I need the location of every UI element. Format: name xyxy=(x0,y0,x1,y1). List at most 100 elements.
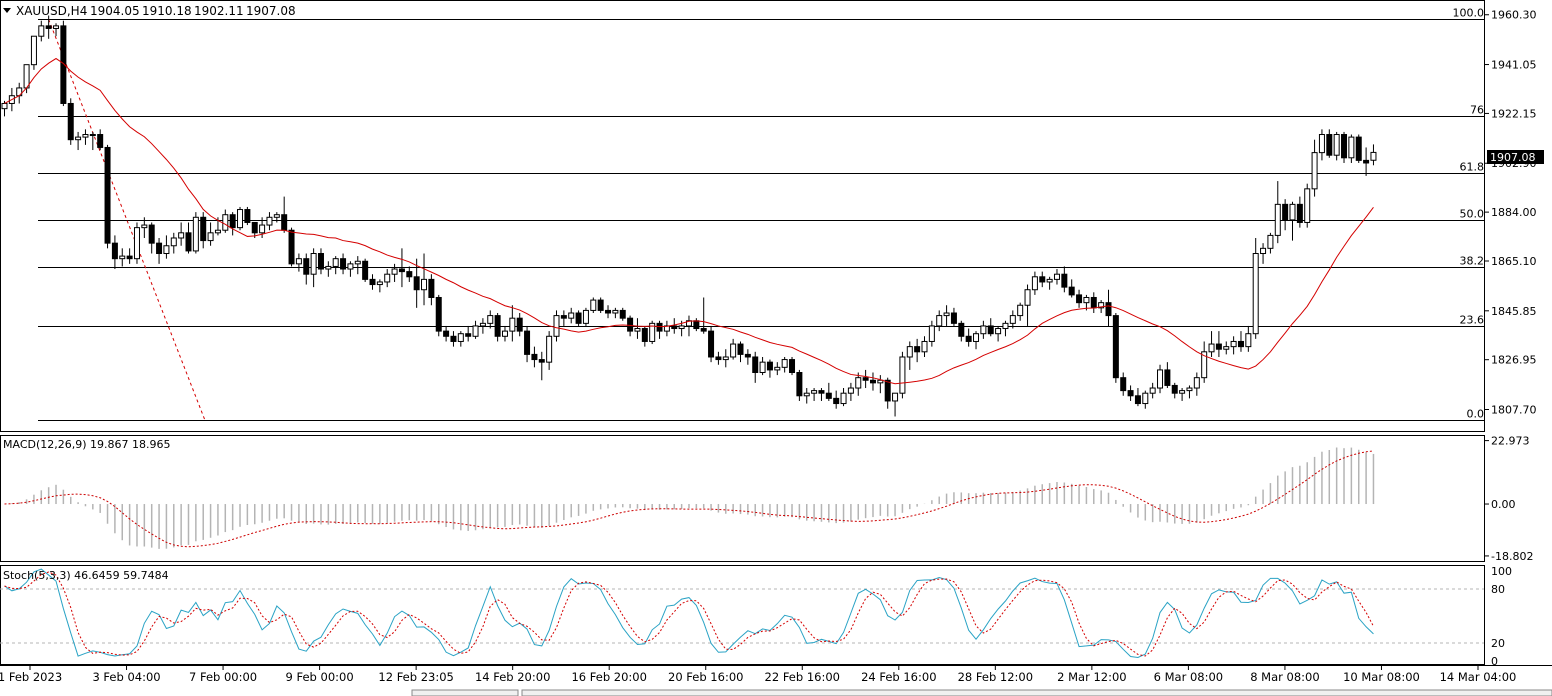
candle-body xyxy=(398,268,405,273)
candle-body xyxy=(509,317,516,332)
candle-body xyxy=(1,102,8,110)
candle-body xyxy=(855,377,862,389)
candle-body xyxy=(325,265,332,270)
candle-body xyxy=(980,325,987,335)
candle-body xyxy=(553,315,560,337)
candle-body xyxy=(443,330,450,337)
time-tick-label: 12 Feb 23:05 xyxy=(378,670,453,684)
candle-body xyxy=(391,268,398,275)
candle-body xyxy=(759,361,766,374)
candle-body xyxy=(678,325,685,330)
time-tick-label: 9 Feb 00:00 xyxy=(286,670,354,684)
candle-body xyxy=(796,372,803,397)
candle-body xyxy=(1237,340,1244,348)
ohlc-open: 1904.05 xyxy=(90,4,140,18)
candle-body xyxy=(435,296,442,332)
pane-border xyxy=(0,565,1485,665)
price-tick-label: 1865.10 xyxy=(1491,255,1537,268)
candle-body xyxy=(612,309,619,314)
candle-body xyxy=(634,328,641,332)
candle-body xyxy=(936,315,943,327)
candle-body xyxy=(1120,377,1127,392)
candle-body xyxy=(693,320,700,330)
candle-body xyxy=(892,392,899,402)
time-tick-label: 14 Feb 20:00 xyxy=(475,670,550,684)
candle-body xyxy=(119,255,126,260)
candle-body xyxy=(1341,134,1348,159)
candle-body xyxy=(1304,188,1311,223)
candle-body xyxy=(450,335,457,342)
candle-body xyxy=(244,209,251,223)
candle-body xyxy=(200,216,207,242)
candle-body xyxy=(1318,134,1325,154)
candle-body xyxy=(627,317,634,332)
fibonacci-retracement[interactable]: 100.0 76 61.8 50.0 38.2 23.6 0.0 xyxy=(38,7,1484,421)
stoch-main-line xyxy=(4,568,1374,658)
price-tick-label: 1922.15 xyxy=(1491,107,1537,120)
dropdown-arrow-icon[interactable] xyxy=(3,8,11,13)
candle-body xyxy=(582,309,589,324)
candle-body xyxy=(310,253,317,275)
candle-body xyxy=(1009,315,1016,324)
candle-body xyxy=(1068,286,1075,296)
candle-body xyxy=(1355,136,1362,161)
candle-body xyxy=(428,278,435,298)
candle-body xyxy=(1039,276,1046,283)
candle-body xyxy=(546,335,553,363)
candle-body xyxy=(1245,333,1252,348)
candle-body xyxy=(376,281,383,286)
time-tick-label: 1 Feb 2023 xyxy=(0,670,62,684)
price-tick-label: 1941.05 xyxy=(1491,59,1537,72)
candle-body xyxy=(494,315,501,337)
candle-body xyxy=(133,227,140,260)
fib-level-label: 61.8 xyxy=(1460,161,1485,174)
candle-body xyxy=(465,333,472,337)
candle-body xyxy=(178,232,185,239)
candle-body xyxy=(1363,159,1370,164)
price-tick-label: 1845.85 xyxy=(1491,305,1537,318)
candle-body xyxy=(1193,377,1200,389)
macd-pane: 22.973 0.00 -18.802 xyxy=(4,435,1533,563)
ohlc-low: 1902.11 xyxy=(194,4,244,18)
candle-body xyxy=(104,146,111,244)
candle-body xyxy=(1090,296,1097,309)
ohlc-close: 1907.08 xyxy=(246,4,296,18)
candle-body xyxy=(1282,203,1289,221)
time-tick-label: 8 Mar 08:00 xyxy=(1250,670,1319,684)
candle-body xyxy=(818,390,825,394)
candle-body xyxy=(531,353,538,361)
fib-level-label: 50.0 xyxy=(1460,208,1485,221)
candle-body xyxy=(413,276,420,291)
chart-panes xyxy=(0,0,1552,666)
candle-body xyxy=(30,35,37,66)
time-tick-label: 6 Mar 08:00 xyxy=(1154,670,1223,684)
scrollbar-thumb-left[interactable] xyxy=(411,689,519,696)
time-tick-label: 22 Feb 16:00 xyxy=(765,670,840,684)
stoch-tick-label: 100 xyxy=(1491,565,1512,578)
price-tick-label: 1807.70 xyxy=(1491,403,1537,416)
candle-body xyxy=(45,25,52,29)
candle-body xyxy=(766,361,773,371)
candle-body xyxy=(722,356,729,361)
candle-body xyxy=(1046,278,1053,283)
candle-body xyxy=(708,330,715,358)
candle-body xyxy=(862,377,869,381)
candle-body xyxy=(973,333,980,342)
candle-body xyxy=(560,315,567,319)
trading-chart[interactable]: 100.0 76 61.8 50.0 38.2 23.6 0.0 22.973 0.00 -18… xyxy=(0,0,1552,696)
candle-body xyxy=(1031,276,1038,291)
candle-body xyxy=(97,134,104,148)
ohlc-high: 1910.18 xyxy=(142,4,192,18)
candle-body xyxy=(362,260,369,280)
candle-body xyxy=(774,366,781,371)
candle-body xyxy=(744,353,751,358)
candle-body xyxy=(501,330,508,337)
candle-body xyxy=(207,232,214,242)
macd-tick-label: -18.802 xyxy=(1491,550,1533,563)
candle-body xyxy=(737,343,744,355)
scrollbar-thumb-right[interactable] xyxy=(521,689,1552,696)
candle-body xyxy=(1289,203,1296,221)
candle-body xyxy=(1076,294,1083,304)
bottom-scrollbar[interactable] xyxy=(411,689,1552,696)
stochastic-pane: 100 80 20 0 xyxy=(0,565,1512,668)
